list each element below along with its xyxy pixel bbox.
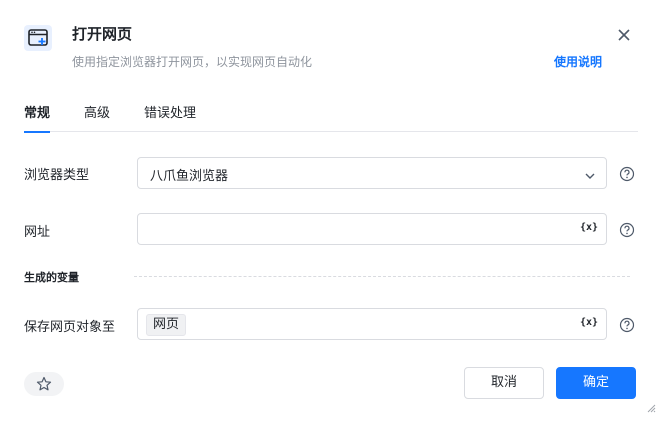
dialog-title: 打开网页 — [72, 25, 133, 43]
url-input[interactable]: {x} — [137, 213, 607, 245]
open-webpage-dialog: 打开网页 使用指定浏览器打开网页，以实现网页自动化 使用说明 常规 高级 错误处… — [0, 0, 660, 423]
insert-variable-button[interactable]: {x} — [580, 222, 598, 233]
insert-variable-button[interactable]: {x} — [580, 317, 598, 328]
tab-advanced[interactable]: 高级 — [84, 104, 110, 132]
tab-general[interactable]: 常规 — [24, 104, 51, 133]
section-divider — [134, 276, 630, 277]
variable-tag[interactable]: 网页 — [146, 314, 187, 336]
dialog-subtitle: 使用指定浏览器打开网页，以实现网页自动化 — [72, 55, 313, 69]
tab-bar: 常规 高级 错误处理 — [24, 104, 638, 133]
confirm-button[interactable]: 确定 — [556, 367, 636, 399]
browser-type-value: 八爪鱼浏览器 — [150, 169, 229, 184]
url-label: 网址 — [24, 225, 51, 240]
usage-help-link[interactable]: 使用说明 — [554, 53, 602, 70]
favorite-button[interactable] — [24, 372, 64, 396]
question-icon[interactable] — [619, 222, 635, 238]
chevron-down-icon — [584, 167, 596, 186]
browser-type-select[interactable]: 八爪鱼浏览器 — [137, 157, 607, 189]
cancel-button[interactable]: 取消 — [464, 367, 544, 399]
save-to-input[interactable]: 网页 {x} — [137, 308, 607, 340]
question-icon[interactable] — [619, 166, 635, 182]
resize-handle-icon[interactable] — [646, 398, 656, 417]
generated-variables-heading: 生成的变量 — [24, 271, 79, 284]
star-icon — [36, 376, 52, 391]
browser-add-icon — [24, 25, 52, 51]
tab-error-handling[interactable]: 错误处理 — [144, 104, 196, 132]
browser-type-label: 浏览器类型 — [24, 168, 90, 183]
close-icon[interactable] — [616, 27, 632, 43]
question-icon[interactable] — [619, 317, 635, 333]
save-to-label: 保存网页对象至 — [24, 320, 116, 335]
